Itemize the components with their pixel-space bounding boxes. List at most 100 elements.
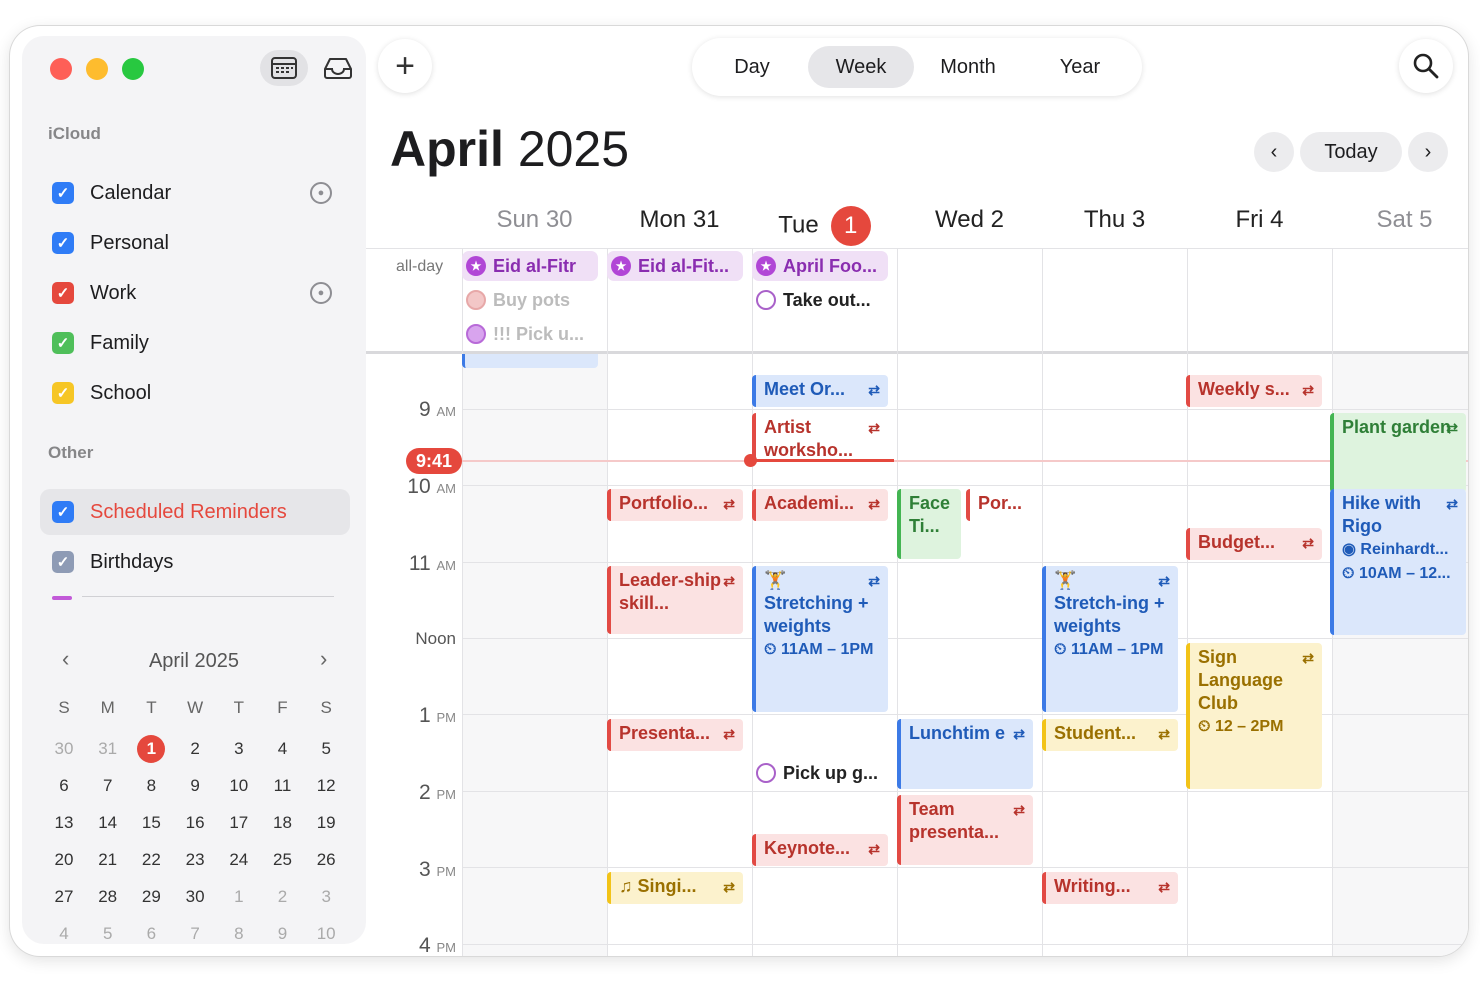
sidebar-item-family[interactable]: ✓ Family [40,320,350,366]
shared-person-icon[interactable]: ● [310,282,332,304]
mini-day[interactable]: 9 [175,772,215,800]
allday-event-eid[interactable]: ★ Eid al-Fitr [462,251,598,281]
mini-day[interactable]: 2 [175,735,215,763]
mini-day[interactable]: 23 [175,846,215,874]
view-tab-month[interactable]: Month [914,46,1022,88]
allday-reminder-pick-up[interactable]: !!! Pick u... [462,319,598,349]
shared-person-icon[interactable]: ● [310,182,332,204]
mini-day[interactable]: 1 [131,735,171,763]
event-lunchtime[interactable]: Lunchtim e ⇄ [897,719,1033,789]
zoom-button[interactable] [122,58,144,80]
reminder-pick-up[interactable]: Pick up g... [752,758,888,788]
view-tab-year[interactable]: Year [1026,46,1134,88]
event-singing[interactable]: ♫ Singi... ⇄ [607,872,743,904]
mini-day[interactable]: 10 [306,920,346,944]
day-header[interactable]: Tue 1 [752,206,897,246]
event-budget[interactable]: Budget... ⇄ [1186,528,1322,560]
event-stretching-tue[interactable]: 🏋 ⇄ Stretching + weights ⏲ 11AM – 1PM [752,566,888,712]
mini-day[interactable]: 1 [219,883,259,911]
calendar-checkbox[interactable]: ✓ [52,501,74,523]
event-artist-workshop[interactable]: Artist worksho... ⇄ [752,413,888,459]
mini-day[interactable]: 30 [44,735,84,763]
mini-day[interactable]: 21 [88,846,128,874]
mini-day[interactable]: 3 [219,735,259,763]
sidebar-item-scheduled-reminders[interactable]: ✓ Scheduled Reminders [40,489,350,535]
sidebar-item-calendar[interactable]: ✓ Calendar ● [40,170,350,216]
mini-day[interactable]: 3 [306,883,346,911]
calendar-checkbox[interactable]: ✓ [52,282,74,304]
add-event-button[interactable]: + [378,39,432,93]
calendar-checkbox[interactable]: ✓ [52,382,74,404]
mini-day[interactable]: 26 [306,846,346,874]
event-leadership[interactable]: Leader-ship skill... ⇄ [607,566,743,634]
mini-day[interactable]: 2 [263,883,303,911]
search-button[interactable] [1399,39,1453,93]
mini-day[interactable]: 31 [88,735,128,763]
event-stretching-thu[interactable]: 🏋 ⇄ Stretch-ing + weights ⏲ 11AM – 1PM [1042,566,1178,712]
mini-day[interactable]: 19 [306,809,346,837]
sidebar-item-birthdays[interactable]: ✓ Birthdays [40,539,350,585]
event-student[interactable]: Student... ⇄ [1042,719,1178,751]
sidebar-item-school[interactable]: ✓ School [40,370,350,416]
calendar-checkbox[interactable]: ✓ [52,182,74,204]
mini-next-chevron-icon[interactable]: › [320,646,327,672]
inbox-button[interactable] [314,50,362,86]
mini-day[interactable]: 20 [44,846,84,874]
view-tab-week[interactable]: Week [808,46,914,88]
mini-day[interactable]: 18 [263,809,303,837]
mini-day[interactable]: 12 [306,772,346,800]
event-writing[interactable]: Writing... ⇄ [1042,872,1178,904]
calendar-checkbox[interactable]: ✓ [52,332,74,354]
mini-day[interactable]: 17 [219,809,259,837]
mini-day[interactable]: 7 [88,772,128,800]
calendar-checkbox[interactable]: ✓ [52,232,74,254]
mini-day[interactable]: 15 [131,809,171,837]
mini-day[interactable]: 28 [88,883,128,911]
mini-day[interactable]: 27 [44,883,84,911]
mini-day[interactable]: 5 [306,735,346,763]
event-keynote[interactable]: Keynote... ⇄ [752,834,888,866]
day-header[interactable]: Wed 2 [897,206,1042,234]
minimize-button[interactable] [86,58,108,80]
mini-day[interactable]: 4 [44,920,84,944]
event-por[interactable]: Por... [966,489,1032,521]
mini-day[interactable]: 29 [131,883,171,911]
view-tab-day[interactable]: Day [700,46,804,88]
mini-day[interactable]: 25 [263,846,303,874]
mini-day[interactable]: 11 [263,772,303,800]
mini-day[interactable]: 5 [88,920,128,944]
event-meet[interactable]: Meet Or... ⇄ [752,375,888,407]
allday-reminder-take-out[interactable]: Take out... [752,285,888,315]
today-button[interactable]: Today [1300,132,1402,172]
day-header[interactable]: Sat 5 [1332,206,1468,234]
day-header[interactable]: Sun 30 [462,206,607,234]
mini-day[interactable]: 8 [131,772,171,800]
calendar-checkbox[interactable]: ✓ [52,551,74,573]
event-face-time[interactable]: Face Ti... [897,489,961,559]
day-header[interactable]: Fri 4 [1187,206,1332,234]
previous-week-button[interactable]: ‹ [1254,132,1294,172]
next-week-button[interactable]: › [1408,132,1448,172]
allday-event-april-fools[interactable]: ★ April Foo... [752,251,888,281]
day-header[interactable]: Mon 31 [607,206,752,234]
mini-day[interactable]: 24 [219,846,259,874]
event-hike[interactable]: ⇄ Hike with Rigo ◉ Reinhardt... ⏲ 10AM –… [1330,489,1466,635]
sidebar-item-work[interactable]: ✓ Work ● [40,270,350,316]
event-portfolio[interactable]: Portfolio... ⇄ [607,489,743,521]
allday-event-eid-2[interactable]: ★ Eid al-Fit... [607,251,743,281]
mini-day[interactable]: 10 [219,772,259,800]
mini-day[interactable]: 22 [131,846,171,874]
event-academi[interactable]: Academi... ⇄ [752,489,888,521]
event-team-presentation[interactable]: Team presenta... ⇄ [897,795,1033,865]
event-sign-language[interactable]: ⇄ Sign Language Club ⏲ 12 – 2PM [1186,643,1322,789]
mini-day[interactable]: 16 [175,809,215,837]
event-presenta[interactable]: Presenta... ⇄ [607,719,743,751]
mini-day[interactable]: 8 [219,920,259,944]
day-header[interactable]: Thu 3 [1042,206,1187,234]
mini-day[interactable]: 30 [175,883,215,911]
mini-day[interactable]: 14 [88,809,128,837]
allday-reminder-buy-pots[interactable]: Buy pots [462,285,598,315]
calendar-list-toggle-button[interactable] [260,50,308,86]
mini-day[interactable]: 9 [263,920,303,944]
event-weekly[interactable]: Weekly s... ⇄ [1186,375,1322,407]
